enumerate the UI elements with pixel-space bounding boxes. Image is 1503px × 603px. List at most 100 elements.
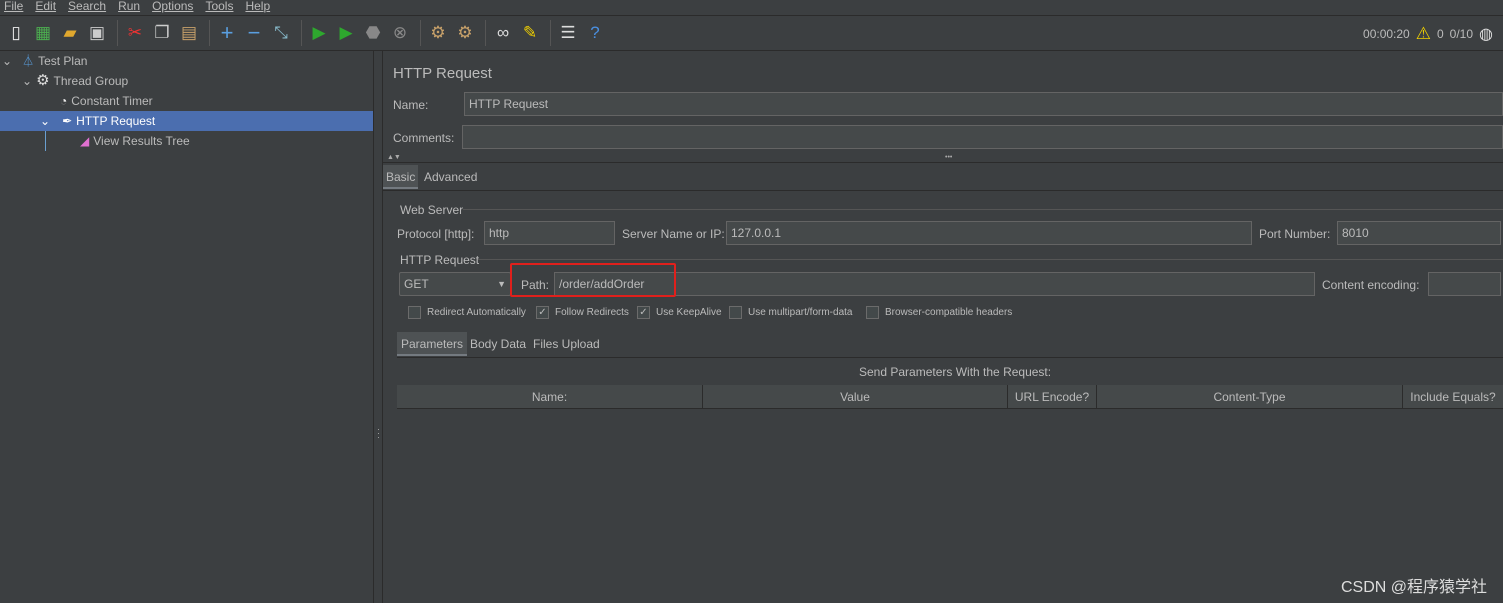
tree-label: HTTP Request <box>76 114 156 128</box>
tree-guide-line <box>45 131 46 151</box>
method-select[interactable]: GET ▼ <box>399 272 511 296</box>
tab-parameters[interactable]: Parameters <box>397 332 468 356</box>
warning-count: 0 <box>1436 27 1444 41</box>
use-keepalive-checkbox[interactable]: ✓ Use KeepAlive <box>637 306 722 319</box>
protocol-label: Protocol [http]: <box>397 227 475 241</box>
menu-bar: File Edit Search Run Options Tools Help <box>0 0 1503 15</box>
splitter[interactable]: · · · <box>373 51 383 603</box>
start-no-pause-icon[interactable]: ▶ <box>334 21 358 45</box>
server-input[interactable]: 127.0.0.1 <box>726 221 1252 245</box>
highlight-box <box>510 263 676 297</box>
group-border <box>463 209 1503 210</box>
protocol-input[interactable]: http <box>484 221 615 245</box>
redirect-automatically-checkbox[interactable]: Redirect Automatically <box>408 306 526 319</box>
group-border <box>478 259 1503 260</box>
tab-advanced[interactable]: Advanced <box>421 165 480 189</box>
warning-icon[interactable]: ⚠ <box>1416 24 1431 44</box>
chevron-down-icon[interactable]: ⌄ <box>2 51 12 71</box>
shutdown-icon[interactable]: ⊗ <box>388 21 412 45</box>
encoding-label: Content encoding: <box>1322 278 1420 292</box>
clear-icon[interactable]: ⚙ <box>426 21 450 45</box>
function-helper-icon[interactable]: ☰ <box>556 21 580 45</box>
web-server-legend: Web Server <box>400 203 464 217</box>
chevron-down-icon: ▼ <box>497 279 506 289</box>
multipart-checkbox[interactable]: Use multipart/form-data <box>729 306 852 319</box>
column-content-type[interactable]: Content-Type <box>1097 385 1403 409</box>
checkbox-label: Use KeepAlive <box>656 307 722 318</box>
tree-item-thread-group[interactable]: ⌄ ⚙ Thread Group <box>22 71 128 91</box>
templates-icon[interactable]: ▦ <box>31 21 55 45</box>
tree-label: Test Plan <box>38 54 88 68</box>
menu-file[interactable]: File <box>0 0 31 15</box>
menu-options[interactable]: Options <box>148 0 201 15</box>
port-input[interactable]: 8010 <box>1337 221 1501 245</box>
stop-icon[interactable]: ⬣ <box>361 21 385 45</box>
running-indicator-icon: ◍ <box>1479 26 1493 43</box>
collapse-divider[interactable]: ▲▼ ••• <box>383 154 1503 163</box>
menu-search[interactable]: Search <box>64 0 114 15</box>
params-caption: Send Parameters With the Request: <box>859 365 1052 379</box>
thread-count: 0/10 <box>1449 27 1474 41</box>
checkbox-label: Redirect Automatically <box>427 307 526 318</box>
comments-label: Comments: <box>393 131 455 145</box>
start-icon[interactable]: ▶ <box>307 21 331 45</box>
paste-icon[interactable]: ▤ <box>177 21 201 45</box>
graph-icon: ◢ <box>80 134 90 148</box>
checkbox-box[interactable] <box>866 306 879 319</box>
tree-item-view-results-tree[interactable]: ◢ View Results Tree <box>80 131 190 151</box>
copy-icon[interactable]: ❐ <box>150 21 174 45</box>
follow-redirects-checkbox[interactable]: ✓ Follow Redirects <box>536 306 629 319</box>
open-icon[interactable]: ▰ <box>58 21 82 45</box>
check-icon[interactable]: ✓ <box>637 306 650 319</box>
checkbox-label: Use multipart/form-data <box>748 307 853 318</box>
menu-help[interactable]: Help <box>241 0 278 15</box>
toggle-icon[interactable]: ⤡ <box>269 21 293 45</box>
menu-edit[interactable]: Edit <box>31 0 64 15</box>
params-table-header: Name: Value URL Encode? Content-Type Inc… <box>397 385 1503 409</box>
toolbar-separator <box>301 20 302 46</box>
chevron-down-icon[interactable]: ⌄ <box>40 111 50 131</box>
watermark: CSDN @程序猿学社 <box>1340 579 1487 596</box>
cut-icon[interactable]: ✂ <box>123 21 147 45</box>
tab-files-upload[interactable]: Files Upload <box>530 332 603 356</box>
collapse-icon[interactable]: − <box>242 20 266 45</box>
encoding-input[interactable] <box>1428 272 1501 296</box>
toolbar-separator <box>550 20 551 46</box>
pipette-icon: ✒ <box>62 114 73 128</box>
menu-run[interactable]: Run <box>114 0 148 15</box>
save-icon[interactable]: ▣ <box>85 21 109 45</box>
test-plan-tree: ⌄ ⏃ Test Plan ⌄ ⚙ Thread Group ◔ Constant Tim… <box>0 51 373 603</box>
tree-label: View Results Tree <box>93 134 190 148</box>
toolbar-separator <box>420 20 421 46</box>
column-value[interactable]: Value <box>703 385 1008 409</box>
flask-icon: ⏃ <box>22 54 35 68</box>
timer-icon: ◔ <box>60 94 68 108</box>
comments-input[interactable] <box>462 125 1503 149</box>
column-url-encode[interactable]: URL Encode? <box>1008 385 1097 409</box>
method-value: GET <box>404 277 429 291</box>
expand-icon[interactable]: + <box>215 20 239 45</box>
checkbox-box[interactable] <box>408 306 421 319</box>
name-label: Name: <box>393 98 429 112</box>
tab-body-data[interactable]: Body Data <box>467 332 529 356</box>
reset-search-icon[interactable]: ✎ <box>518 21 542 45</box>
column-include-equals[interactable]: Include Equals? <box>1403 385 1503 409</box>
browser-compatible-checkbox[interactable]: Browser-compatible headers <box>866 306 1012 319</box>
clear-all-icon[interactable]: ⚙ <box>453 21 477 45</box>
tab-basic[interactable]: Basic <box>383 165 419 189</box>
column-name[interactable]: Name: <box>397 385 703 409</box>
new-icon[interactable]: ▯ <box>4 21 28 45</box>
tree-item-test-plan[interactable]: ⌄ ⏃ Test Plan <box>2 51 87 71</box>
checkbox-label: Browser-compatible headers <box>885 307 1013 318</box>
toolbar: ▯ ▦ ▰ ▣ ✂ ❐ ▤ + − ⤡ ▶ ▶ ⬣ ⊗ ⚙ ⚙ ∞ ✎ ☰ ? <box>0 15 1503 51</box>
search-icon[interactable]: ∞ <box>491 21 515 45</box>
check-icon[interactable]: ✓ <box>536 306 549 319</box>
chevron-down-icon[interactable]: ⌄ <box>22 71 32 91</box>
menu-tools[interactable]: Tools <box>201 0 241 15</box>
name-input[interactable]: HTTP Request <box>464 92 1503 116</box>
tree-item-http-request[interactable]: ⌄ ✒ HTTP Request <box>0 111 373 131</box>
tree-item-constant-timer[interactable]: ◔ Constant Timer <box>60 91 153 111</box>
checkbox-box[interactable] <box>729 306 742 319</box>
help-icon[interactable]: ? <box>583 21 607 45</box>
checkbox-label: Follow Redirects <box>555 307 629 318</box>
